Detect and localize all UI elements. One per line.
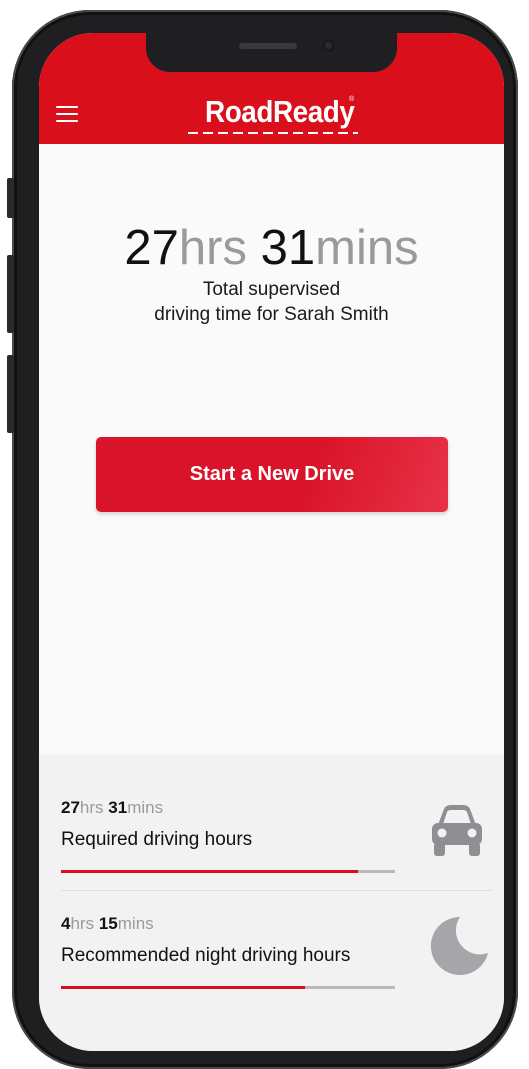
stat-time: 4hrs 15mins [61, 913, 481, 935]
progress-fill [61, 870, 359, 873]
logo-road-dashes [188, 132, 358, 134]
row-divider [61, 890, 493, 891]
device-notch [146, 33, 397, 72]
caption-line-1: Total supervised [202, 279, 341, 300]
stat-hours: 27 [61, 798, 80, 817]
stat-minutes-unit: mins [117, 914, 154, 933]
total-minutes: 31 [260, 221, 316, 275]
progress-track [61, 870, 395, 873]
car-icon [426, 799, 488, 866]
stats-panel: 27hrs 31mins Required driving hours 4hrs… [39, 755, 504, 1051]
app-screen: RoadReady ® 27hrs 31mins Total supervise… [39, 33, 504, 1051]
total-driving-time: 27hrs 31mins [39, 223, 504, 273]
speaker-grille [239, 43, 297, 49]
volume-up-button [7, 255, 14, 333]
total-hours-unit: hrs [178, 221, 247, 275]
hamburger-menu-icon[interactable] [56, 105, 78, 123]
stat-hours-unit: hrs [79, 798, 104, 817]
progress-fill [61, 986, 305, 989]
total-hours: 27 [124, 221, 179, 275]
front-camera [322, 39, 335, 52]
stat-time: 27hrs 31mins [61, 797, 481, 819]
stat-hours-unit: hrs [70, 914, 95, 933]
total-minutes-unit: mins [315, 221, 419, 275]
total-time-caption: Total supervised driving time for Sarah … [39, 277, 504, 327]
stat-minutes-unit: mins [127, 798, 164, 817]
volume-down-button [7, 355, 14, 433]
moon-icon [426, 913, 490, 982]
night-hours-row[interactable]: 4hrs 15mins Recommended night driving ho… [61, 913, 481, 989]
app-logo: RoadReady [205, 94, 355, 129]
progress-track [61, 986, 395, 989]
stat-label: Recommended night driving hours [61, 945, 351, 966]
stat-minutes: 31 [108, 798, 128, 817]
required-hours-row[interactable]: 27hrs 31mins Required driving hours [61, 797, 481, 873]
stat-minutes: 15 [98, 914, 118, 933]
silent-switch [7, 178, 14, 218]
start-new-drive-button[interactable]: Start a New Drive [96, 437, 448, 512]
trademark-mark: ® [349, 96, 355, 103]
caption-line-2: driving time for Sarah Smith [154, 304, 389, 325]
stat-label: Required driving hours [61, 829, 253, 850]
